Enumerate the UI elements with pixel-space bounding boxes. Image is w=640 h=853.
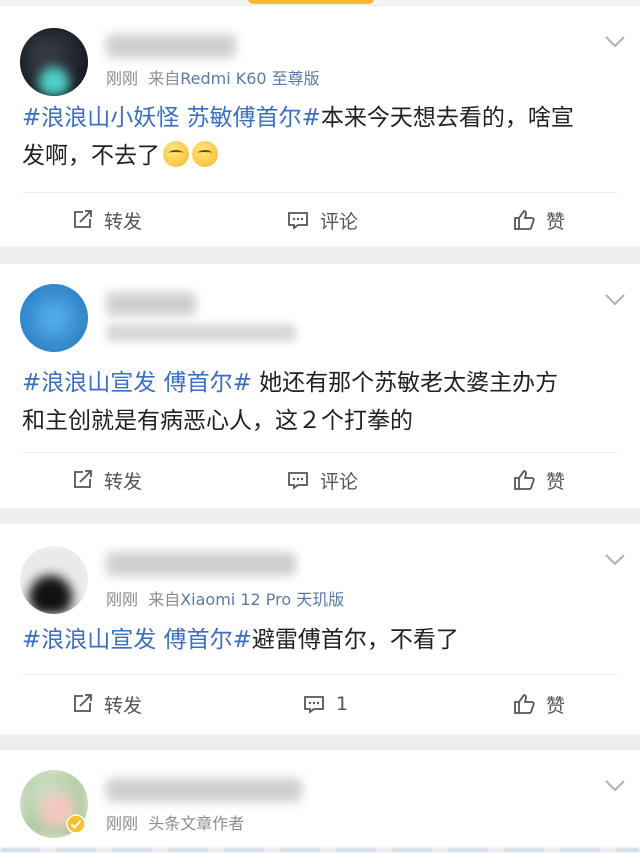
- action-bar: 转发 评论 赞: [0, 460, 640, 500]
- grimace-emoji-icon: [192, 141, 218, 167]
- post-meta: 刚刚 来自Xiaomi 12 Pro 天玑版: [106, 586, 344, 610]
- post-text: 避雷傅首尔，不看了: [251, 627, 459, 653]
- chevron-down-icon[interactable]: [604, 553, 626, 567]
- avatar[interactable]: [20, 546, 88, 614]
- source-device: Xiaomi 12 Pro 天玑版: [180, 590, 345, 609]
- comment-icon: [304, 696, 324, 714]
- post-meta-blurred: [106, 324, 296, 342]
- post-text: 和主创就是有病恶心人，这２个打拳的: [22, 408, 413, 434]
- hashtag-link[interactable]: #浪浪山宣发 傅首尔#: [22, 370, 252, 396]
- username-blurred[interactable]: [106, 778, 302, 802]
- source-device: Redmi K60 至尊版: [180, 69, 320, 88]
- post-content[interactable]: #浪浪山宣发 傅首尔# 她还有那个苏敏老太婆主办方 和主创就是有病恶心人，这２个…: [22, 364, 618, 440]
- comment-button[interactable]: 1: [302, 684, 348, 724]
- post-content[interactable]: #浪浪山小妖怪 苏敏傅首尔#本来今天想去看的，啥宣 发啊，不去了: [22, 99, 618, 175]
- like-button[interactable]: 赞: [512, 200, 565, 240]
- post-time: 刚刚: [106, 814, 139, 833]
- hashtag-link[interactable]: #浪浪山小妖怪 苏敏傅首尔#: [22, 105, 321, 131]
- chevron-down-icon[interactable]: [604, 293, 626, 307]
- like-button[interactable]: 赞: [512, 460, 565, 500]
- like-label: 赞: [546, 694, 566, 717]
- repost-icon: [74, 470, 92, 488]
- post-card[interactable]: #浪浪山宣发 傅首尔# 她还有那个苏敏老太婆主办方 和主创就是有病恶心人，这２个…: [0, 264, 640, 508]
- post-text: 发啊，不去了: [22, 143, 160, 169]
- comment-icon: [288, 212, 308, 230]
- repost-button[interactable]: 转发: [70, 684, 142, 724]
- grimace-emoji-icon: [163, 141, 189, 167]
- like-label: 赞: [546, 210, 566, 233]
- comment-button[interactable]: 评论: [286, 200, 358, 240]
- repost-button[interactable]: 转发: [70, 200, 142, 240]
- repost-icon: [74, 694, 92, 712]
- action-bar: 转发 评论 赞: [0, 200, 640, 240]
- verified-badge-icon: [66, 814, 86, 834]
- author-badge-text: 头条文章作者: [148, 814, 245, 833]
- username-blurred[interactable]: [106, 552, 296, 576]
- username-blurred[interactable]: [106, 292, 196, 316]
- source-prefix: 来自: [148, 590, 181, 609]
- post-text: 本来今天想去看的，啥宣: [320, 105, 574, 131]
- post-meta: 刚刚 头条文章作者: [106, 810, 244, 834]
- comment-icon: [288, 472, 308, 490]
- post-card[interactable]: 刚刚 来自Redmi K60 至尊版 #浪浪山小妖怪 苏敏傅首尔#本来今天想去看…: [0, 6, 640, 246]
- comment-button[interactable]: 评论: [286, 460, 358, 500]
- avatar[interactable]: [20, 28, 88, 96]
- source-prefix: 来自: [148, 69, 181, 88]
- action-bar: 转发 1 赞: [0, 684, 640, 724]
- repost-label: 转发: [104, 694, 143, 717]
- chevron-down-icon[interactable]: [604, 35, 626, 49]
- cropped-content-edge: [0, 848, 640, 852]
- post-card[interactable]: 刚刚 头条文章作者: [0, 750, 640, 853]
- avatar[interactable]: [20, 284, 88, 352]
- username-blurred[interactable]: [106, 34, 236, 58]
- post-time: 刚刚: [106, 69, 139, 88]
- divider: [22, 452, 618, 453]
- hashtag-link[interactable]: #浪浪山宣发 傅首尔#: [22, 627, 252, 653]
- repost-button[interactable]: 转发: [70, 460, 142, 500]
- thumbs-up-icon: [514, 694, 535, 714]
- comment-label: 评论: [320, 210, 359, 233]
- divider: [22, 192, 618, 193]
- top-indicator: [248, 0, 374, 4]
- post-content[interactable]: #浪浪山宣发 傅首尔#避雷傅首尔，不看了: [22, 621, 618, 659]
- post-meta: 刚刚 来自Redmi K60 至尊版: [106, 65, 320, 89]
- chevron-down-icon[interactable]: [604, 779, 626, 793]
- repost-label: 转发: [104, 470, 143, 493]
- like-label: 赞: [546, 470, 566, 493]
- comment-label: 评论: [320, 470, 359, 493]
- post-time: 刚刚: [106, 590, 139, 609]
- divider: [22, 674, 618, 675]
- thumbs-up-icon: [514, 470, 535, 490]
- post-card[interactable]: 刚刚 来自Xiaomi 12 Pro 天玑版 #浪浪山宣发 傅首尔#避雷傅首尔，…: [0, 524, 640, 734]
- like-button[interactable]: 赞: [512, 684, 565, 724]
- repost-icon: [74, 210, 92, 228]
- repost-label: 转发: [104, 210, 143, 233]
- thumbs-up-icon: [514, 210, 535, 230]
- post-text: 她还有那个苏敏老太婆主办方: [251, 370, 559, 396]
- comment-count: 1: [336, 693, 349, 715]
